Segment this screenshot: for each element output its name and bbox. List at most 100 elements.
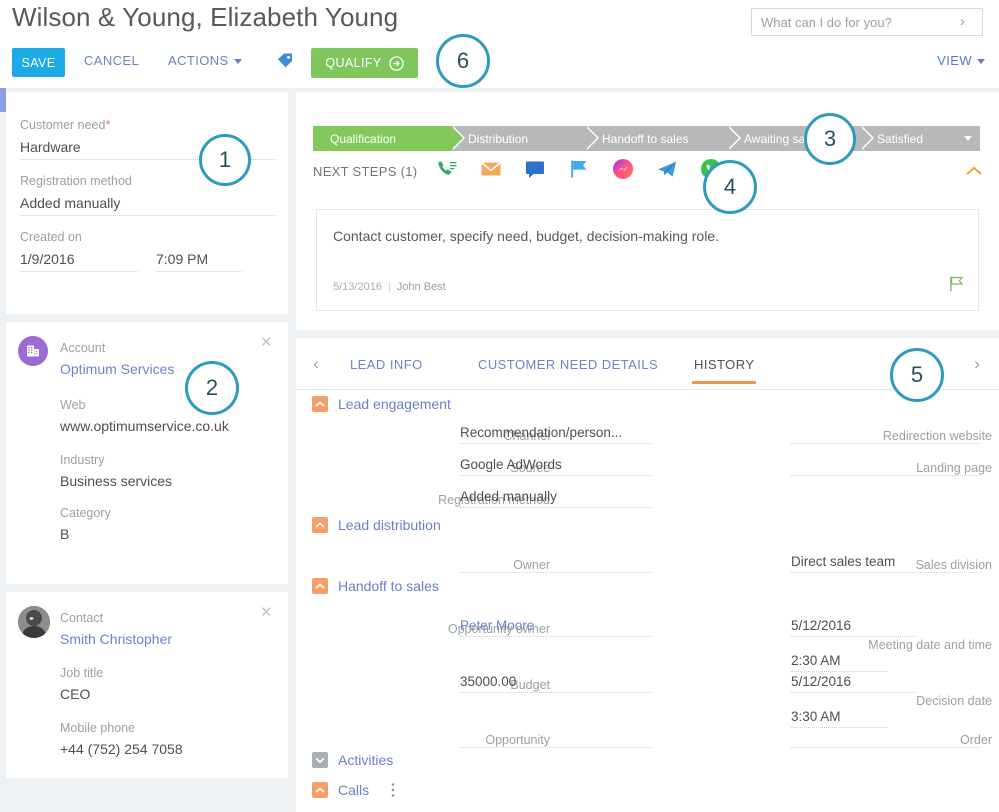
group-activities[interactable]: Activities: [312, 752, 393, 768]
field-value-contact[interactable]: Smith Christopher: [60, 631, 270, 651]
field-label-meeting-date-and-time: Meeting date and time: [868, 638, 992, 652]
stage-progress-bar: Qualification Distribution Handoff to sa…: [313, 126, 980, 151]
history-form: Lead engagement Channel Recommendation/p…: [296, 390, 999, 812]
arrow-right-circle-icon: [388, 55, 404, 71]
email-icon[interactable]: [480, 158, 502, 180]
page-header: Wilson & Young, Elizabeth Young › SAVE C…: [0, 0, 999, 88]
field-value-web[interactable]: www.optimumservice.co.uk: [60, 418, 276, 438]
group-handoff-to-sales[interactable]: Handoff to sales: [312, 578, 439, 594]
chevron-down-icon: [233, 59, 242, 65]
stage-satisfied[interactable]: Satisfied: [860, 126, 980, 151]
view-menu-button[interactable]: VIEW: [937, 53, 985, 68]
field-value-account[interactable]: Optimum Services: [60, 361, 270, 381]
chat-bubble-icon[interactable]: [524, 158, 546, 180]
qualify-label: QUALIFY: [325, 56, 382, 70]
qualify-button[interactable]: QUALIFY: [311, 48, 418, 78]
field-value-registration-method[interactable]: Added manually: [460, 489, 652, 508]
field-value-owner[interactable]: [460, 554, 652, 573]
chevron-up-icon[interactable]: [312, 517, 328, 533]
messenger-icon[interactable]: [612, 158, 634, 180]
field-value-industry[interactable]: Business services: [60, 473, 276, 493]
primary-info-card: Customer need* Hardware Registration met…: [6, 92, 288, 314]
chevron-right-icon[interactable]: ›: [969, 354, 985, 374]
group-lead-engagement[interactable]: Lead engagement: [312, 396, 451, 412]
field-label-created-on: Created on: [20, 230, 82, 244]
cancel-button[interactable]: CANCEL: [84, 53, 139, 68]
chevron-down-icon: [977, 59, 985, 65]
stage-handoff-to-sales[interactable]: Handoff to sales: [585, 126, 741, 151]
field-value-channel[interactable]: Recommendation/person...: [460, 425, 652, 444]
chevron-up-icon[interactable]: [312, 578, 328, 594]
global-search[interactable]: ›: [751, 8, 983, 36]
phone-log-icon[interactable]: [436, 158, 458, 180]
actions-label: ACTIONS: [168, 53, 229, 68]
field-label-account: Account: [60, 341, 106, 355]
task-author: John Best: [396, 281, 446, 293]
more-options-icon[interactable]: [391, 782, 395, 798]
field-label-job-title: Job title: [60, 666, 104, 680]
field-value-source[interactable]: Google AdWords: [460, 457, 652, 476]
field-label-mobile-phone: Mobile phone: [60, 721, 136, 735]
field-value-created-on-time[interactable]: 7:09 PM: [156, 251, 242, 272]
next-steps-label: NEXT STEPS (1): [313, 164, 418, 179]
details-panel: ‹ LEAD INFO CUSTOMER NEED DETAILS HISTOR…: [296, 338, 999, 812]
field-label-decision-date: Decision date: [916, 694, 992, 708]
field-value-redirection-website[interactable]: [791, 425, 981, 444]
chevron-up-icon[interactable]: [312, 782, 328, 798]
required-marker: *: [105, 118, 111, 132]
chevron-down-icon[interactable]: [964, 136, 972, 141]
tag-icon[interactable]: [276, 52, 294, 70]
tab-history[interactable]: HISTORY: [691, 357, 757, 384]
field-value-decision-date[interactable]: 5/12/2016: [791, 674, 915, 693]
account-card: ✕ Account Optimum Services Web www.optim…: [6, 322, 288, 584]
callout-4: 4: [703, 160, 757, 214]
chevron-right-icon[interactable]: ›: [960, 13, 974, 31]
view-label: VIEW: [937, 53, 972, 68]
field-value-sales-division[interactable]: Direct sales team: [791, 554, 981, 573]
next-step-task-card[interactable]: Contact customer, specify need, budget, …: [316, 209, 979, 311]
task-meta: 5/13/2016 | John Best: [333, 281, 446, 293]
chevron-up-icon[interactable]: [965, 164, 983, 176]
field-label-category: Category: [60, 506, 111, 520]
field-value-mobile-phone[interactable]: +44 (752) 254 7058: [60, 741, 270, 761]
callout-1: 1: [199, 134, 251, 186]
field-value-landing-page[interactable]: [791, 457, 981, 476]
field-value-opportunity[interactable]: [460, 729, 652, 748]
field-value-meeting-time[interactable]: 2:30 AM: [791, 653, 887, 672]
task-date: 5/13/2016: [333, 281, 382, 293]
field-label-customer-need: Customer need*: [20, 118, 111, 132]
flag-icon[interactable]: [568, 158, 590, 180]
tab-customer-need-details[interactable]: CUSTOMER NEED DETAILS: [478, 357, 658, 372]
field-label-industry: Industry: [60, 453, 105, 467]
chevron-up-icon[interactable]: [312, 396, 328, 412]
contact-card: ✕ Contact Smith Christopher Job title CE…: [6, 592, 288, 778]
next-steps-actions: [436, 158, 722, 180]
field-value-opportunity-owner[interactable]: Peter Moore: [460, 618, 652, 637]
chevron-left-icon[interactable]: ‹: [308, 354, 324, 374]
field-value-budget[interactable]: 35000.00: [460, 674, 652, 693]
tab-lead-info[interactable]: LEAD INFO: [350, 357, 423, 372]
chevron-down-icon[interactable]: [312, 752, 328, 768]
save-button[interactable]: SAVE: [12, 48, 65, 77]
field-value-registration-method[interactable]: Added manually: [20, 195, 276, 216]
callout-3: 3: [804, 113, 856, 165]
field-value-created-on-date[interactable]: 1/9/2016: [20, 251, 138, 272]
avatar: [18, 606, 50, 638]
actions-menu-button[interactable]: ACTIONS: [168, 53, 242, 68]
field-value-decision-time[interactable]: 3:30 AM: [791, 709, 887, 728]
group-lead-distribution[interactable]: Lead distribution: [312, 517, 441, 533]
search-input[interactable]: [761, 9, 951, 35]
stage-panel: Qualification Distribution Handoff to sa…: [296, 92, 999, 330]
callout-2: 2: [185, 361, 239, 415]
flag-outline-icon[interactable]: [949, 276, 964, 292]
field-value-order[interactable]: [791, 729, 981, 748]
field-value-job-title[interactable]: CEO: [60, 686, 270, 706]
field-value-category[interactable]: B: [60, 526, 276, 546]
stage-qualification[interactable]: Qualification: [313, 126, 465, 151]
stage-distribution[interactable]: Distribution: [451, 126, 599, 151]
callout-6: 6: [436, 34, 490, 88]
telegram-icon[interactable]: [656, 158, 678, 180]
group-calls[interactable]: Calls: [312, 782, 395, 798]
field-value-meeting-date[interactable]: 5/12/2016: [791, 618, 915, 637]
field-label-web: Web: [60, 398, 86, 412]
